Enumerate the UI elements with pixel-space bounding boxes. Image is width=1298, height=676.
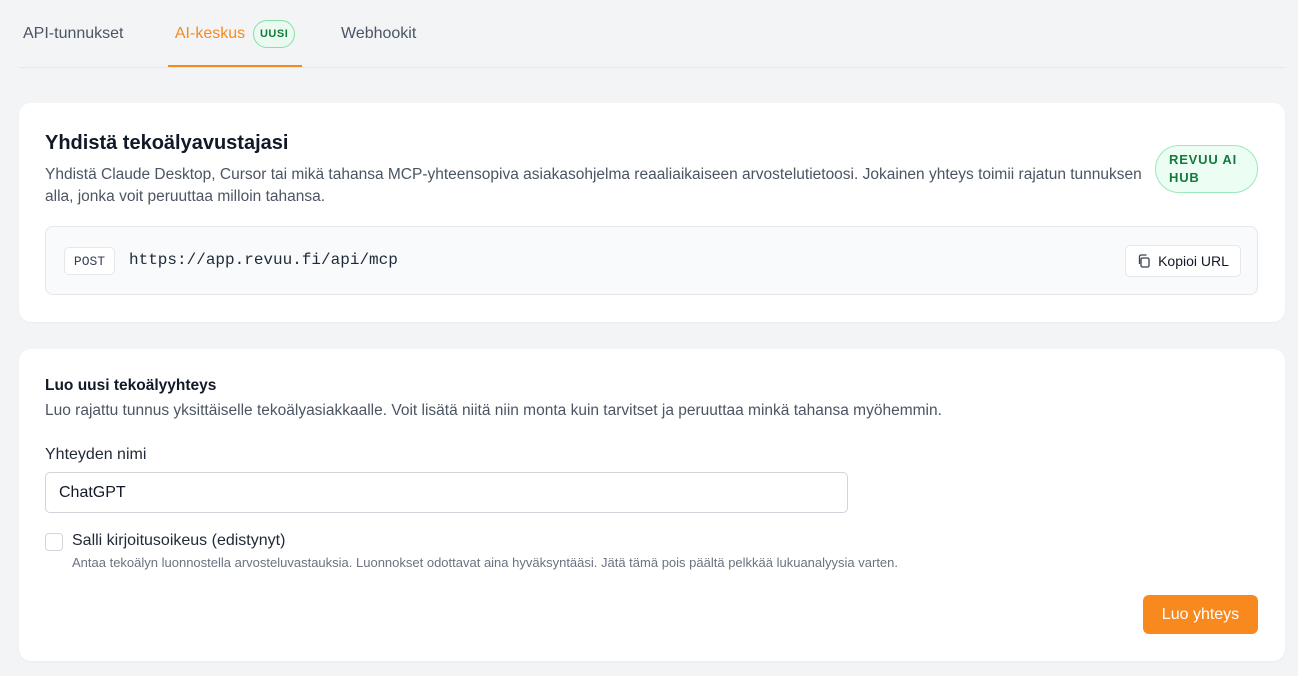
connection-name-input[interactable] bbox=[45, 472, 848, 513]
ai-hub-badge: REVUU AI HUB bbox=[1155, 145, 1258, 193]
settings-tabs: API-tunnukset AI-keskus UUSI Webhookit bbox=[19, 0, 1285, 68]
http-method-badge: POST bbox=[64, 247, 115, 275]
mcp-endpoint-box: POST https://app.revuu.fi/api/mcp Kopioi… bbox=[45, 226, 1258, 295]
copy-url-button[interactable]: Kopioi URL bbox=[1125, 245, 1241, 277]
create-description: Luo rajattu tunnus yksittäiselle tekoäly… bbox=[45, 402, 942, 419]
write-access-label[interactable]: Salli kirjoitusoikeus (edistynyt) bbox=[72, 532, 285, 550]
tab-ai-hub[interactable]: AI-keskus UUSI bbox=[168, 0, 302, 67]
copy-icon bbox=[1138, 254, 1150, 268]
tab-ai-hub-label: AI-keskus bbox=[174, 24, 246, 42]
write-access-help: Antaa tekoälyn luonnostella arvosteluvas… bbox=[72, 555, 899, 570]
copy-url-label: Kopioi URL bbox=[1158, 253, 1229, 269]
tab-api-tokens-label: API-tunnukset bbox=[23, 24, 124, 42]
create-connection-button[interactable]: Luo yhteys bbox=[1143, 595, 1258, 634]
connect-assistant-card: Yhdistä tekoälyavustajasi Yhdistä Claude… bbox=[19, 103, 1285, 322]
connect-description: Yhdistä Claude Desktop, Cursor tai mikä … bbox=[45, 166, 1142, 205]
connect-title: Yhdistä tekoälyavustajasi bbox=[45, 132, 289, 154]
create-connection-card: Luo uusi tekoälyyhteys Luo rajattu tunnu… bbox=[19, 349, 1285, 661]
tab-webhooks[interactable]: Webhookit bbox=[341, 0, 416, 67]
tab-webhooks-label: Webhookit bbox=[341, 24, 417, 42]
mcp-endpoint-url: https://app.revuu.fi/api/mcp bbox=[129, 251, 398, 269]
tab-api-tokens[interactable]: API-tunnukset bbox=[23, 0, 124, 67]
new-badge: UUSI bbox=[253, 19, 296, 48]
connection-name-label: Yhteyden nimi bbox=[45, 446, 147, 463]
create-title: Luo uusi tekoälyyhteys bbox=[45, 377, 217, 394]
write-access-checkbox[interactable] bbox=[45, 533, 63, 551]
